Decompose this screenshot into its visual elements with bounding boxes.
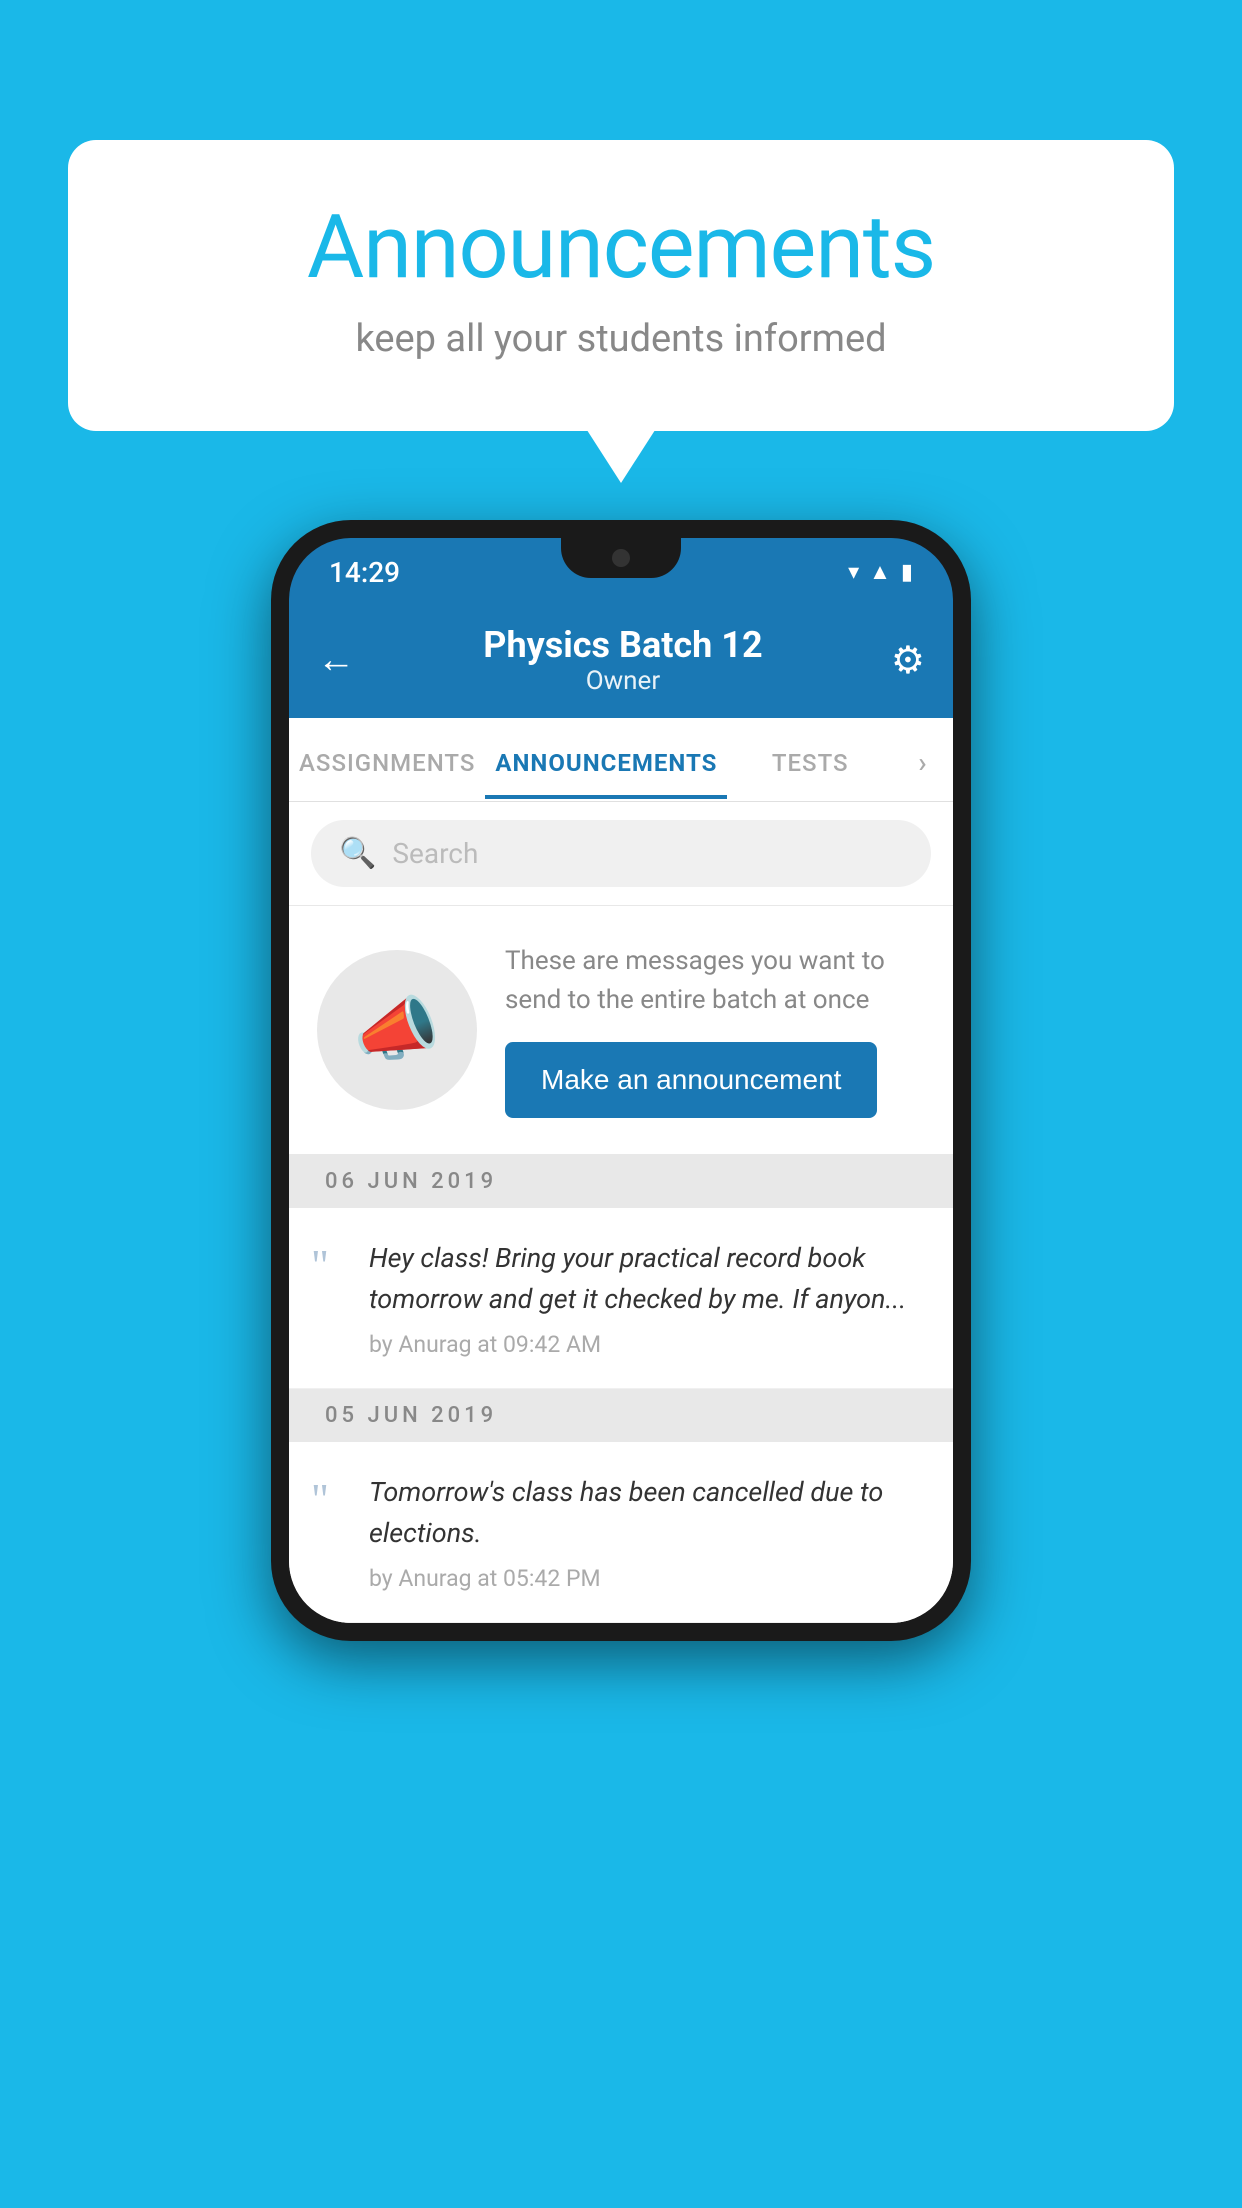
status-time: 14:29 (329, 556, 400, 589)
promo-content: These are messages you want to send to t… (505, 942, 925, 1118)
announcement-content-2: Tomorrow's class has been cancelled due … (369, 1472, 925, 1592)
announcement-meta-1: by Anurag at 09:42 AM (369, 1331, 925, 1358)
tab-assignments[interactable]: ASSIGNMENTS (289, 721, 485, 799)
phone-inner: 14:29 ▾ ▲ ▮ ← Physics Batch 12 Owner ⚙ (289, 538, 953, 1623)
promo-section: 📣 These are messages you want to send to… (289, 906, 953, 1155)
announcement-item-2: " Tomorrow's class has been cancelled du… (289, 1442, 953, 1623)
speech-bubble: Announcements keep all your students inf… (68, 140, 1174, 431)
date-divider-1: 06 JUN 2019 (289, 1155, 953, 1208)
status-icons: ▾ ▲ ▮ (848, 559, 913, 585)
notch (561, 538, 681, 578)
settings-icon[interactable]: ⚙ (891, 638, 925, 683)
search-container: 🔍 Search (289, 802, 953, 906)
announcement-text-2: Tomorrow's class has been cancelled due … (369, 1472, 925, 1553)
promo-icon-circle: 📣 (317, 950, 477, 1110)
back-button[interactable]: ← (317, 638, 355, 682)
phone-screen: 🔍 Search 📣 These are messages you want t… (289, 802, 953, 1623)
search-icon: 🔍 (339, 836, 376, 871)
tab-more[interactable]: › (893, 718, 953, 801)
battery-icon: ▮ (901, 560, 913, 585)
make-announcement-button[interactable]: Make an announcement (505, 1042, 877, 1118)
header-center: Physics Batch 12 Owner (483, 624, 762, 696)
camera-dot (612, 549, 630, 567)
phone-frame: 14:29 ▾ ▲ ▮ ← Physics Batch 12 Owner ⚙ (271, 520, 971, 1641)
announcement-content-1: Hey class! Bring your practical record b… (369, 1238, 925, 1358)
promo-description: These are messages you want to send to t… (505, 942, 925, 1020)
megaphone-icon: 📣 (353, 989, 440, 1071)
announcement-item-1: " Hey class! Bring your practical record… (289, 1208, 953, 1389)
tabs-bar: ASSIGNMENTS ANNOUNCEMENTS TESTS › (289, 718, 953, 802)
signal-icon: ▲ (869, 559, 891, 585)
quote-icon-1: " (311, 1244, 329, 1288)
date-divider-2: 05 JUN 2019 (289, 1389, 953, 1442)
wifi-icon: ▾ (848, 560, 859, 585)
announcement-meta-2: by Anurag at 05:42 PM (369, 1565, 925, 1592)
phone-wrapper: 14:29 ▾ ▲ ▮ ← Physics Batch 12 Owner ⚙ (271, 520, 971, 1641)
tab-announcements[interactable]: ANNOUNCEMENTS (485, 721, 727, 799)
app-header: ← Physics Batch 12 Owner ⚙ (289, 606, 953, 718)
search-placeholder: Search (392, 837, 478, 870)
bubble-title: Announcements (148, 200, 1094, 297)
batch-role: Owner (483, 666, 762, 696)
search-bar[interactable]: 🔍 Search (311, 820, 931, 887)
batch-title: Physics Batch 12 (483, 624, 762, 666)
announcement-text-1: Hey class! Bring your practical record b… (369, 1238, 925, 1319)
quote-icon-2: " (311, 1478, 329, 1522)
tab-tests[interactable]: TESTS (727, 721, 893, 799)
bubble-subtitle: keep all your students informed (148, 317, 1094, 361)
speech-bubble-section: Announcements keep all your students inf… (68, 140, 1174, 431)
status-bar: 14:29 ▾ ▲ ▮ (289, 538, 953, 606)
